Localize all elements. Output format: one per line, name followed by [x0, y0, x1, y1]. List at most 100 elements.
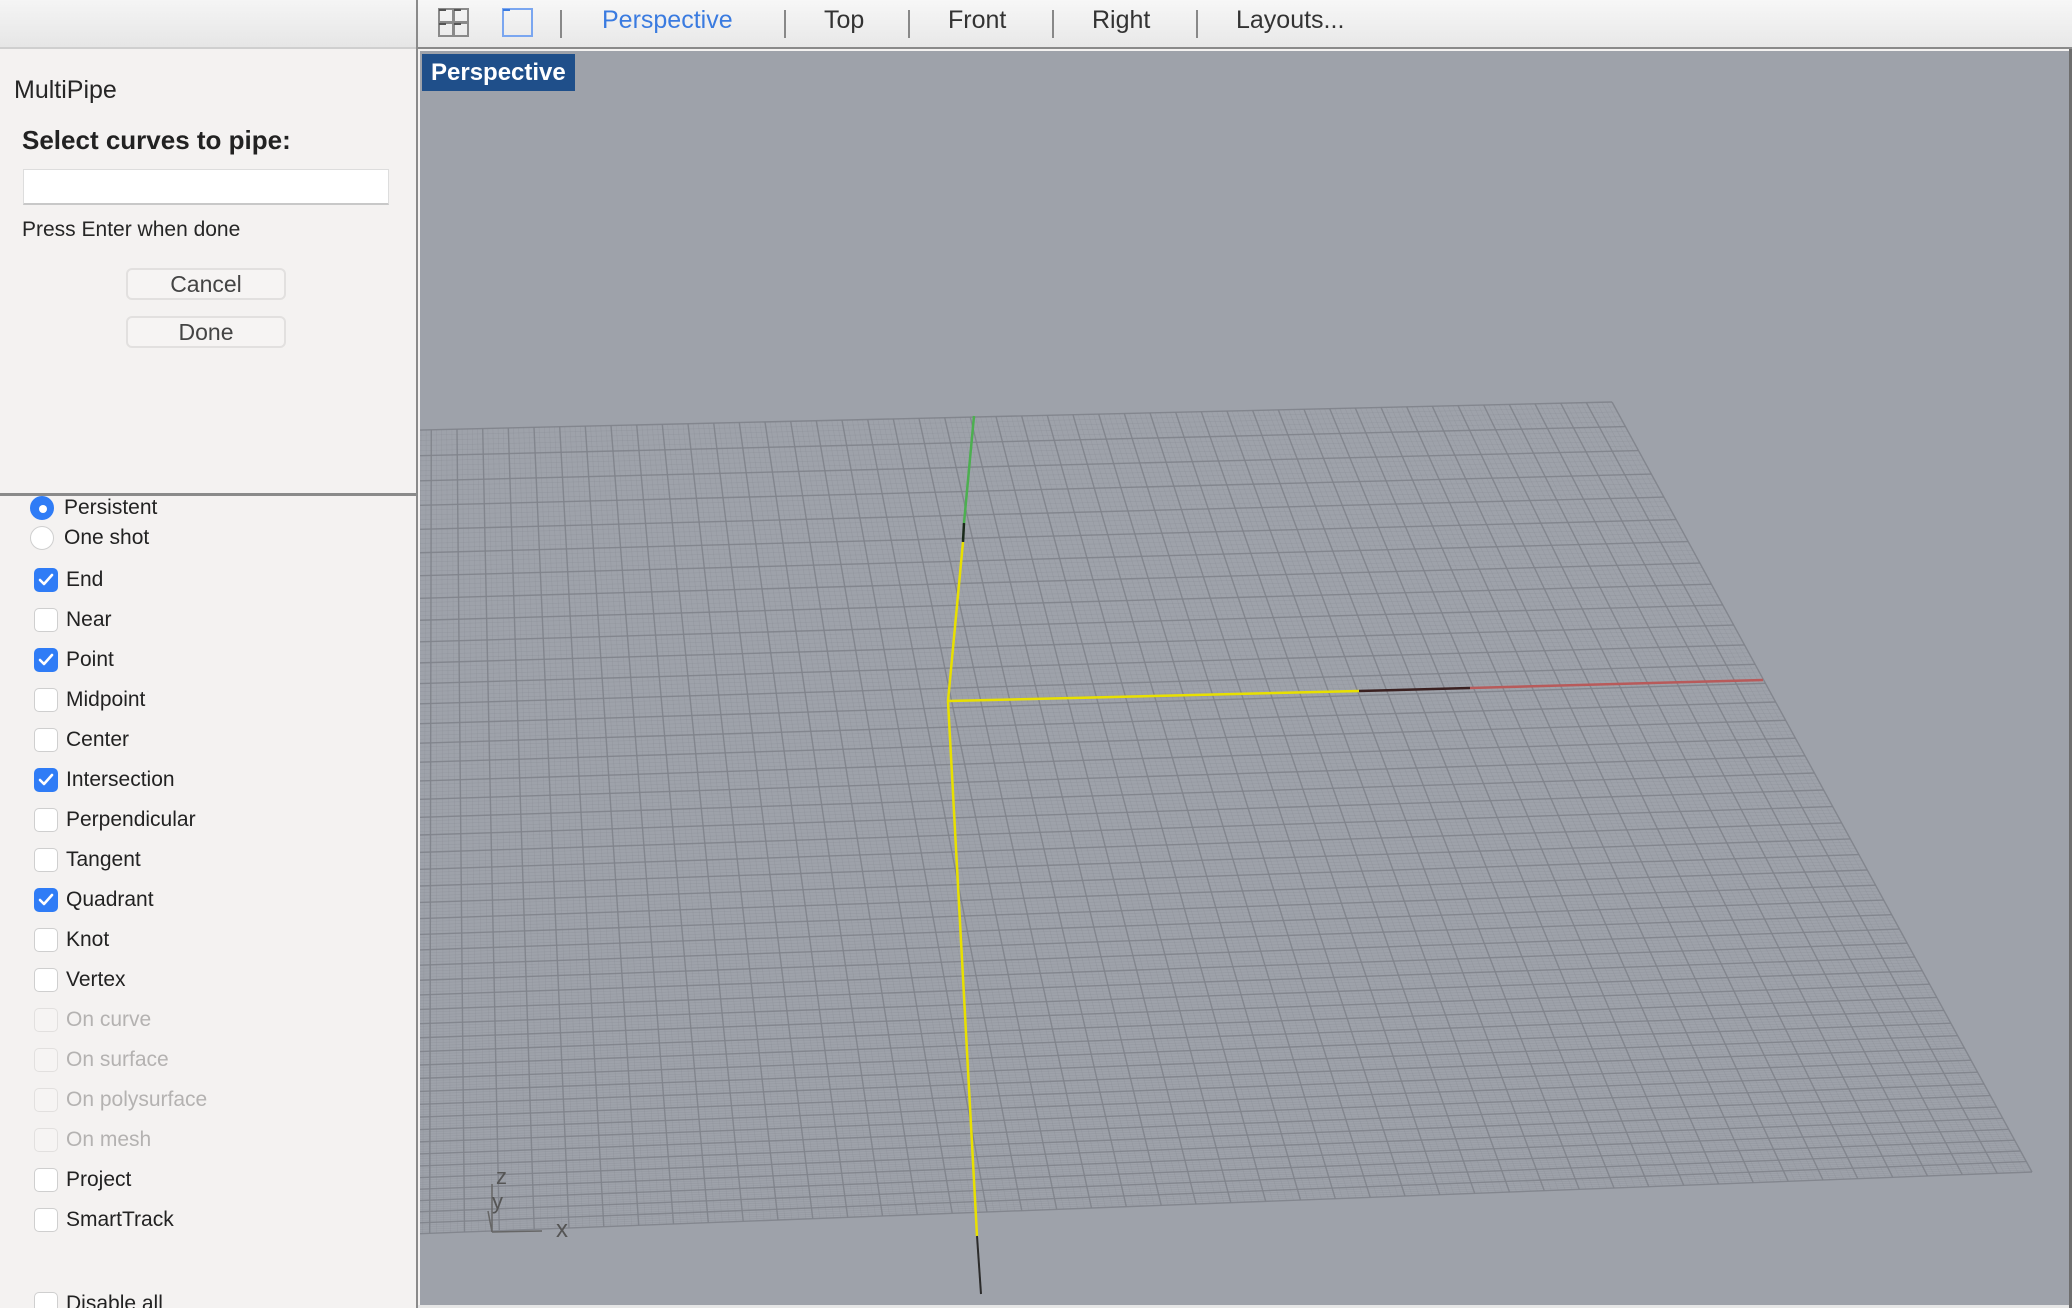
tab-right[interactable]: Right	[1092, 6, 1150, 35]
checkbox-label: On mesh	[66, 1128, 152, 1151]
grid-line-minor	[1601, 402, 2019, 1173]
toolbar-separator	[1052, 10, 1054, 38]
checkbox-label: On polysurface	[66, 1088, 208, 1111]
checkbox-unchecked[interactable]	[34, 928, 58, 952]
grid-line-minor	[1575, 402, 1984, 1175]
toolbar-separator	[784, 10, 786, 38]
osnap-end[interactable]: End	[34, 568, 103, 592]
osnap-on-mesh: On mesh	[34, 1128, 151, 1152]
done-button[interactable]: Done	[126, 316, 286, 348]
grid-line-minor	[420, 505, 1669, 540]
tab-perspective[interactable]: Perspective	[602, 6, 733, 35]
checkbox-label: Near	[66, 608, 112, 631]
checkbox-label: SmartTrack	[66, 1208, 174, 1231]
single-viewport-icon[interactable]	[502, 8, 534, 43]
grid-line-minor	[1570, 402, 1977, 1175]
checkbox-label: Quadrant	[66, 888, 154, 911]
disable-all-label: Disable all	[66, 1292, 163, 1308]
grid-line-minor	[1555, 403, 1956, 1176]
osnap-center[interactable]: Center	[34, 728, 129, 752]
disable-all-checkbox[interactable]: Disable all	[34, 1292, 163, 1308]
checkbox-label: Midpoint	[66, 688, 146, 711]
tab-layouts[interactable]: Layouts...	[1236, 6, 1344, 35]
checkbox-unchecked	[34, 1088, 58, 1112]
checkbox-label: On curve	[66, 1008, 152, 1031]
checkbox-unchecked[interactable]	[34, 728, 58, 752]
checkbox-label: Tangent	[66, 848, 141, 871]
grid-line-minor	[441, 429, 444, 1233]
perspective-viewport[interactable]: z y x Perspective	[420, 51, 2072, 1305]
grid-line-major	[1585, 402, 1998, 1174]
checkbox-label: Intersection	[66, 768, 175, 791]
grid-line-major	[1611, 401, 2033, 1173]
command-prompt: Select curves to pipe:	[22, 125, 291, 155]
checkbox-unchecked	[34, 1008, 58, 1032]
grid-line-major	[1560, 402, 1963, 1176]
grid-line-minor	[1539, 403, 1935, 1176]
checkbox-label: Project	[66, 1168, 132, 1191]
grid-line-minor	[446, 429, 451, 1233]
osnap-point[interactable]: Point	[34, 648, 114, 672]
checkbox-unchecked[interactable]	[34, 1208, 58, 1232]
grid-line-minor	[420, 429, 422, 639]
checkbox-unchecked[interactable]	[34, 848, 58, 872]
osnap-midpoint[interactable]: Midpoint	[34, 688, 145, 712]
osnap-smarttrack[interactable]: SmartTrack	[34, 1208, 174, 1232]
checkbox-unchecked[interactable]	[34, 608, 58, 632]
checkbox-unchecked	[34, 1048, 58, 1072]
grid-line-minor	[1606, 401, 2026, 1173]
checkbox-unchecked[interactable]	[34, 1168, 58, 1192]
checkbox-checked[interactable]	[34, 888, 58, 912]
osnap-knot[interactable]: Knot	[34, 928, 109, 952]
checkbox-label: Center	[66, 728, 130, 751]
grid-line-minor	[1545, 403, 1942, 1176]
grid-line-major	[1534, 403, 1929, 1177]
osnap-intersection[interactable]: Intersection	[34, 768, 175, 792]
osnap-mode-persistent[interactable]: Persistent	[30, 496, 157, 520]
grid-line-minor	[1596, 402, 2012, 1173]
checkbox-checked[interactable]	[34, 568, 58, 592]
osnap-perpendicular[interactable]: Perpendicular	[34, 808, 196, 832]
y-axis-dark	[961, 522, 966, 543]
osnap-near[interactable]: Near	[34, 608, 112, 632]
checkbox-label: On surface	[66, 1048, 169, 1071]
osnap-tangent[interactable]: Tangent	[34, 848, 141, 872]
grid-line-major	[1483, 404, 1859, 1180]
viewport-canvas[interactable]: z y x	[420, 51, 2072, 1305]
osnap-mode-one-shot[interactable]: One shot	[30, 526, 149, 550]
osnap-project[interactable]: Project	[34, 1168, 131, 1192]
tab-top[interactable]: Top	[824, 6, 864, 35]
toolbar-separator	[908, 10, 910, 38]
cancel-button[interactable]: Cancel	[126, 268, 286, 300]
axis-label-y: y	[492, 1189, 503, 1214]
minor-grid	[420, 401, 2031, 1234]
osnap-on-surface: On surface	[34, 1048, 169, 1072]
tab-front[interactable]: Front	[948, 6, 1006, 35]
osnap-on-curve: On curve	[34, 1008, 151, 1032]
checkbox-checked[interactable]	[34, 768, 58, 792]
command-panel: MultiPipe Select curves to pipe: Press E…	[0, 0, 418, 1308]
grid-line-minor	[1498, 404, 1879, 1179]
checkbox-unchecked[interactable]	[34, 688, 58, 712]
viewport-title[interactable]: Perspective	[422, 54, 575, 91]
grid-line-major	[1508, 404, 1894, 1178]
checkbox-unchecked[interactable]	[34, 968, 58, 992]
radio-button[interactable]	[30, 496, 54, 520]
grid-line-minor	[1503, 404, 1886, 1178]
grid-line-minor	[422, 429, 427, 1234]
grid-line-major	[420, 540, 1689, 577]
grid-line-major	[429, 429, 432, 1234]
checkbox-unchecked[interactable]	[34, 808, 58, 832]
checkbox-label: Knot	[66, 928, 110, 951]
checkbox-box[interactable]	[34, 1292, 58, 1308]
checkbox-checked[interactable]	[34, 648, 58, 672]
command-title: MultiPipe	[14, 76, 117, 104]
radio-label: One shot	[64, 526, 150, 549]
osnap-quadrant[interactable]: Quadrant	[34, 888, 154, 912]
four-viewports-icon[interactable]	[438, 8, 470, 43]
grid-line-minor	[1478, 404, 1852, 1180]
command-input[interactable]	[23, 169, 389, 205]
osnap-vertex[interactable]: Vertex	[34, 968, 126, 992]
radio-button[interactable]	[30, 526, 54, 550]
checkbox-label: End	[66, 568, 104, 591]
